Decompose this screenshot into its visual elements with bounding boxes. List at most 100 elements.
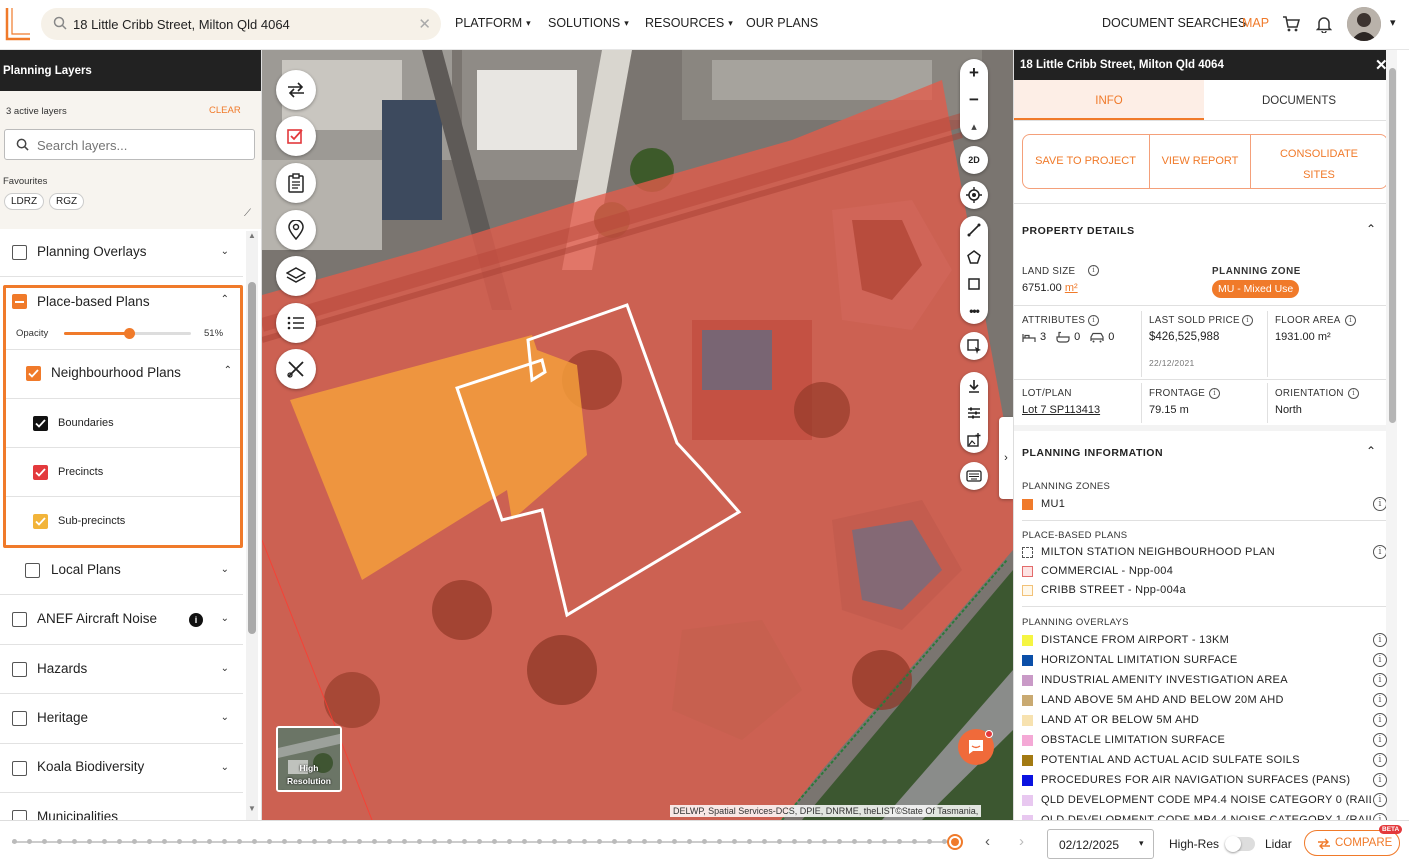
- timeline-tick[interactable]: [207, 839, 212, 844]
- timeline-tick[interactable]: [87, 839, 92, 844]
- timeline-tick[interactable]: [702, 839, 707, 844]
- tab-info[interactable]: INFO: [1014, 80, 1204, 120]
- layers-button[interactable]: [276, 256, 316, 296]
- info-icon[interactable]: i: [1373, 773, 1387, 787]
- timeline-tick[interactable]: [747, 839, 752, 844]
- locate-button[interactable]: [960, 181, 988, 209]
- next-date-icon[interactable]: ›: [1019, 833, 1024, 850]
- timeline-tick[interactable]: [507, 839, 512, 844]
- info-icon[interactable]: i: [1348, 388, 1359, 399]
- scrollbar-thumb[interactable]: [1389, 68, 1396, 423]
- timeline-tick[interactable]: [837, 839, 842, 844]
- layer-search-input[interactable]: [37, 134, 237, 156]
- timeline-tick[interactable]: [807, 839, 812, 844]
- timeline-tick[interactable]: [222, 839, 227, 844]
- chevron-down-icon[interactable]: ⌄: [221, 762, 229, 773]
- layer-checkbox[interactable]: [12, 662, 27, 677]
- layer-checkbox-checked[interactable]: [33, 514, 48, 529]
- view-report-button[interactable]: VIEW REPORT: [1150, 134, 1250, 189]
- layer-checkbox-partial[interactable]: [12, 294, 27, 309]
- chevron-down-icon[interactable]: ⌄: [221, 613, 229, 624]
- info-icon[interactable]: i: [1088, 265, 1099, 276]
- favourite-chip[interactable]: LDRZ: [4, 193, 45, 210]
- timeline-tick[interactable]: [477, 839, 482, 844]
- nav-platform[interactable]: PLATFORM ▾: [455, 16, 531, 30]
- timeline-tick[interactable]: [192, 839, 197, 844]
- layer-checkbox-checked[interactable]: [26, 366, 41, 381]
- info-icon[interactable]: i: [1373, 753, 1387, 767]
- chevron-up-icon[interactable]: ⌃: [224, 365, 232, 376]
- more-tools-button[interactable]: •••: [960, 297, 988, 324]
- timeline-tick[interactable]: [252, 839, 257, 844]
- tab-documents[interactable]: DOCUMENTS: [1204, 80, 1394, 120]
- layer-group-heritage[interactable]: Heritage ⌄: [0, 694, 243, 744]
- chevron-down-icon[interactable]: ⌄: [221, 246, 229, 257]
- layer-group-local-plans[interactable]: Local Plans ⌄: [0, 547, 243, 595]
- toggle-2d-button[interactable]: 2D: [960, 146, 988, 174]
- timeline-tick[interactable]: [462, 839, 467, 844]
- timeline-tick[interactable]: [777, 839, 782, 844]
- draw-polygon-button[interactable]: [960, 243, 988, 270]
- edit-check-button[interactable]: [276, 116, 316, 156]
- timeline-tick[interactable]: [792, 839, 797, 844]
- layer-group-anef[interactable]: ANEF Aircraft Noise i ⌄: [0, 595, 243, 645]
- nav-solutions[interactable]: SOLUTIONS ▾: [548, 16, 629, 30]
- timeline-tick[interactable]: [642, 839, 647, 844]
- map-view[interactable]: + − ▴ 2D ••• › High Resolution Aerial Im…: [262, 50, 1013, 820]
- tools-button[interactable]: [276, 349, 316, 389]
- timeline-tick[interactable]: [852, 839, 857, 844]
- timeline-tick[interactable]: [357, 839, 362, 844]
- timeline-tick[interactable]: [102, 839, 107, 844]
- opacity-slider-handle[interactable]: [123, 328, 135, 339]
- timeline-handle[interactable]: [947, 834, 963, 850]
- layer-group-municipalities[interactable]: Municipalities: [0, 793, 243, 820]
- chevron-up-icon[interactable]: ⌃: [221, 294, 229, 305]
- layer-checkbox-checked[interactable]: [33, 465, 48, 480]
- timeline-tick[interactable]: [117, 839, 122, 844]
- chevron-down-icon[interactable]: ▾: [1390, 16, 1396, 29]
- nav-resources[interactable]: RESOURCES ▾: [645, 16, 733, 30]
- layer-item-precincts[interactable]: Precincts: [6, 448, 240, 497]
- nav-map[interactable]: MAP: [1242, 16, 1269, 30]
- timeline-tick[interactable]: [417, 839, 422, 844]
- chat-support-button[interactable]: [958, 729, 994, 765]
- timeline-tick[interactable]: [132, 839, 137, 844]
- zoom-in-button[interactable]: +: [960, 59, 988, 86]
- timeline-tick[interactable]: [282, 839, 287, 844]
- clear-layers-button[interactable]: CLEAR: [209, 105, 241, 116]
- layer-group-hazards[interactable]: Hazards ⌄: [0, 645, 243, 694]
- scroll-up-icon[interactable]: ▲: [248, 231, 256, 240]
- timeline-tick[interactable]: [567, 839, 572, 844]
- layer-checkbox[interactable]: [25, 563, 40, 578]
- timeline-tick[interactable]: [762, 839, 767, 844]
- info-icon[interactable]: i: [1209, 388, 1220, 399]
- timeline-tick[interactable]: [372, 839, 377, 844]
- timeline-tick[interactable]: [882, 839, 887, 844]
- info-icon[interactable]: i: [1373, 713, 1387, 727]
- layer-checkbox-checked[interactable]: [33, 416, 48, 431]
- timeline-tick[interactable]: [867, 839, 872, 844]
- measure-line-button[interactable]: [960, 216, 988, 243]
- zoom-out-button[interactable]: −: [960, 86, 988, 113]
- collapse-panel-chevron-icon[interactable]: ›: [999, 417, 1013, 499]
- timeline-tick[interactable]: [912, 839, 917, 844]
- timeline-tick[interactable]: [342, 839, 347, 844]
- opacity-slider[interactable]: [64, 328, 191, 339]
- info-icon[interactable]: i: [1373, 633, 1387, 647]
- previous-date-icon[interactable]: ‹: [985, 833, 990, 850]
- chevron-down-icon[interactable]: ⌄: [221, 712, 229, 723]
- timeline-tick[interactable]: [27, 839, 32, 844]
- layers-scrollbar[interactable]: ▲ ▼: [246, 231, 258, 820]
- nav-document-searches[interactable]: DOCUMENT SEARCHES: [1102, 16, 1246, 30]
- timeline-tick[interactable]: [297, 839, 302, 844]
- app-logo[interactable]: [4, 6, 32, 42]
- cart-icon[interactable]: [1282, 15, 1300, 33]
- compass-button[interactable]: ▴: [960, 113, 988, 140]
- imagery-toggle-switch[interactable]: [1225, 836, 1255, 852]
- timeline-tick[interactable]: [522, 839, 527, 844]
- timeline-tick[interactable]: [687, 839, 692, 844]
- timeline-tick[interactable]: [897, 839, 902, 844]
- chevron-up-icon[interactable]: ⌃: [1366, 222, 1376, 236]
- info-icon[interactable]: i: [1373, 733, 1387, 747]
- timeline-tick[interactable]: [597, 839, 602, 844]
